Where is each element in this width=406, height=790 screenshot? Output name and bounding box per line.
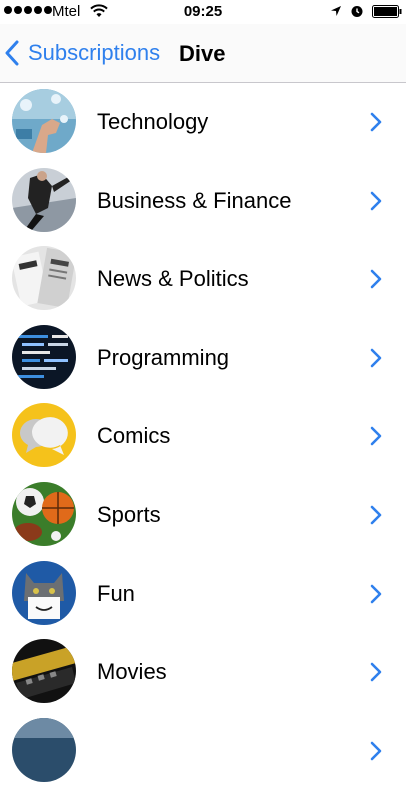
category-label: News & Politics: [97, 266, 249, 292]
category-label: Business & Finance: [97, 187, 292, 213]
category-label: Comics: [97, 423, 171, 449]
category-label: Programming: [97, 344, 230, 370]
status-time: 09:25: [183, 3, 223, 20]
chevron-right-icon: [369, 583, 383, 605]
programming-thumbnail: [12, 324, 76, 389]
category-row-comics[interactable]: Comics: [0, 397, 406, 476]
chevron-right-icon: [369, 190, 383, 212]
category-row-partial[interactable]: [0, 712, 406, 790]
chevron-right-icon: [369, 268, 383, 290]
category-row-programming[interactable]: Programming: [0, 319, 406, 398]
comics-thumbnail: [12, 403, 76, 468]
back-button[interactable]: Subscriptions: [4, 36, 160, 70]
navigation-bar: Subscriptions Dive: [0, 24, 406, 83]
partial-thumbnail: [12, 717, 76, 782]
business-finance-thumbnail: [12, 167, 76, 232]
chevron-right-icon: [369, 425, 383, 447]
alarm-clock-icon: [351, 6, 363, 17]
category-label: Movies: [97, 659, 167, 685]
status-bar: Mtel 09:25: [0, 0, 406, 24]
category-label: Sports: [97, 501, 161, 527]
technology-thumbnail: [12, 89, 76, 153]
category-row-news-politics[interactable]: News & Politics: [0, 240, 406, 319]
category-row-sports[interactable]: Sports: [0, 476, 406, 555]
page-title: Dive: [179, 41, 226, 66]
chevron-left-icon: [5, 40, 19, 66]
chevron-right-icon: [369, 740, 383, 762]
back-button-label: Subscriptions: [28, 40, 161, 65]
chevron-right-icon: [369, 111, 383, 133]
chevron-right-icon: [369, 504, 383, 526]
category-label: Technology: [97, 109, 209, 134]
category-row-technology[interactable]: Technology: [0, 83, 406, 162]
news-politics-thumbnail: [12, 246, 76, 311]
category-row-business-finance[interactable]: Business & Finance: [0, 162, 406, 241]
sports-thumbnail: [12, 481, 76, 546]
category-row-fun[interactable]: Fun: [0, 555, 406, 634]
category-label: Fun: [97, 580, 135, 606]
movies-thumbnail: [12, 639, 76, 704]
category-list: Technology Business & Finance News & Pol…: [0, 83, 406, 790]
fun-thumbnail: [12, 560, 76, 625]
category-row-movies[interactable]: Movies: [0, 633, 406, 712]
chevron-right-icon: [369, 661, 383, 683]
chevron-right-icon: [369, 347, 383, 369]
battery-icon: [372, 5, 402, 18]
location-arrow-icon: [331, 6, 341, 16]
